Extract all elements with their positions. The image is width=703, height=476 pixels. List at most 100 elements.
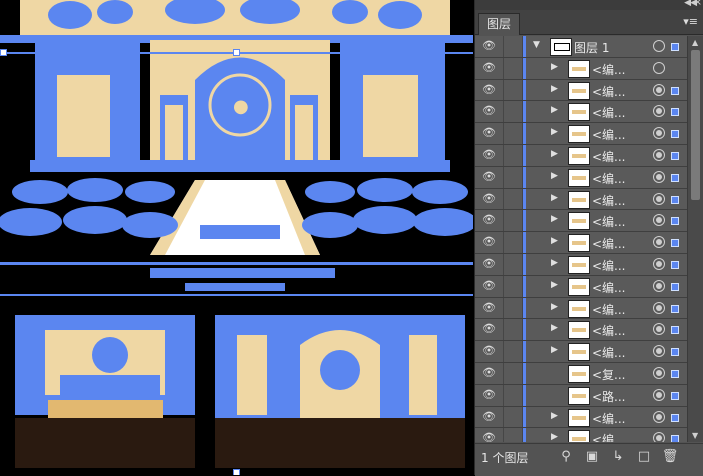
scroll-down-icon[interactable]: ▼ bbox=[692, 431, 698, 440]
visibility-eye-icon[interactable]: 👁 bbox=[481, 235, 497, 249]
layer-row[interactable]: 👁 ▶ <编... bbox=[475, 319, 687, 342]
layer-row-top[interactable]: 👁 ▼ 图层 1 bbox=[475, 36, 687, 58]
expand-triangle-icon[interactable]: ▶ bbox=[551, 214, 558, 224]
target-circle-icon[interactable] bbox=[653, 105, 665, 118]
layer-name[interactable]: <编... bbox=[592, 344, 626, 361]
visibility-eye-icon[interactable]: 👁 bbox=[481, 170, 497, 184]
lock-toggle[interactable] bbox=[503, 210, 523, 232]
selection-square-icon[interactable] bbox=[671, 130, 679, 139]
layer-name[interactable]: <编... bbox=[592, 192, 626, 209]
target-circle-icon[interactable] bbox=[653, 236, 665, 249]
locate-object-icon[interactable]: ⚲ bbox=[557, 448, 575, 466]
expand-triangle-icon[interactable]: ▶ bbox=[551, 302, 558, 312]
expand-triangle-icon[interactable]: ▶ bbox=[551, 411, 558, 421]
selection-square-icon[interactable] bbox=[671, 151, 679, 160]
expand-triangle-icon[interactable]: ▶ bbox=[551, 127, 558, 137]
visibility-eye-icon[interactable]: 👁 bbox=[481, 104, 497, 118]
layer-row[interactable]: 👁 ▶ <编... bbox=[475, 101, 687, 124]
lock-toggle[interactable] bbox=[503, 341, 523, 362]
selection-square-icon[interactable] bbox=[671, 326, 679, 335]
selection-square-icon[interactable] bbox=[671, 435, 679, 442]
target-circle-icon[interactable] bbox=[653, 301, 665, 314]
expand-triangle-icon[interactable]: ▶ bbox=[551, 149, 558, 159]
new-layer-icon[interactable]: □ bbox=[635, 448, 653, 466]
expand-triangle-icon[interactable]: ▶ bbox=[551, 84, 558, 94]
target-circle-icon[interactable] bbox=[653, 366, 665, 379]
visibility-eye-icon[interactable]: 👁 bbox=[481, 61, 497, 75]
lock-toggle[interactable] bbox=[503, 166, 523, 188]
selection-square-icon[interactable] bbox=[671, 413, 679, 422]
layer-name[interactable]: <编... bbox=[592, 170, 626, 187]
visibility-eye-icon[interactable]: 👁 bbox=[481, 279, 497, 293]
layer-row[interactable]: 👁 ▶ <编... bbox=[475, 275, 687, 298]
lock-toggle[interactable] bbox=[503, 384, 523, 406]
layer-name[interactable]: <编... bbox=[592, 410, 626, 427]
layer-name[interactable]: <编... bbox=[592, 301, 626, 318]
layer-row[interactable]: 👁 ▶ <编... bbox=[475, 341, 687, 363]
layer-row[interactable]: 👁 ▶ <编... bbox=[475, 79, 687, 102]
layer-row[interactable]: 👁 ▶ <编... bbox=[475, 188, 687, 211]
selection-handle-left[interactable] bbox=[0, 49, 7, 56]
target-circle-icon[interactable] bbox=[653, 279, 665, 292]
selection-square-icon[interactable] bbox=[671, 304, 679, 313]
visibility-eye-icon[interactable]: 👁 bbox=[481, 410, 497, 424]
selection-square-icon[interactable] bbox=[671, 43, 679, 51]
lock-toggle[interactable] bbox=[503, 188, 523, 210]
target-circle-icon[interactable] bbox=[653, 83, 665, 96]
target-circle-icon[interactable] bbox=[653, 61, 665, 74]
delete-icon[interactable]: 🗑 bbox=[661, 448, 679, 466]
lock-toggle[interactable] bbox=[503, 428, 523, 442]
visibility-eye-icon[interactable]: 👁 bbox=[481, 257, 497, 271]
lock-toggle[interactable] bbox=[503, 406, 523, 428]
lock-toggle[interactable] bbox=[503, 36, 523, 57]
expand-triangle-icon[interactable]: ▶ bbox=[551, 323, 558, 333]
target-circle-icon[interactable] bbox=[653, 127, 665, 140]
target-circle-icon[interactable] bbox=[653, 410, 665, 423]
lock-toggle[interactable] bbox=[503, 123, 523, 144]
visibility-eye-icon[interactable]: 👁 bbox=[481, 366, 497, 380]
selection-square-icon[interactable] bbox=[671, 391, 679, 400]
tab-layers[interactable]: 图层 bbox=[478, 13, 521, 35]
lock-toggle[interactable] bbox=[503, 319, 523, 341]
make-clipping-mask-icon[interactable]: ▣ bbox=[583, 448, 601, 466]
visibility-eye-icon[interactable]: 👁 bbox=[481, 431, 497, 442]
layer-name[interactable]: <路... bbox=[592, 388, 626, 405]
target-circle-icon[interactable] bbox=[653, 388, 665, 401]
new-sublayer-icon[interactable]: ↳ bbox=[609, 448, 627, 466]
panel-menu-icon[interactable]: ▾≡ bbox=[683, 15, 698, 28]
expand-triangle-icon[interactable]: ▶ bbox=[551, 193, 558, 203]
lock-toggle[interactable] bbox=[503, 144, 523, 166]
layer-name[interactable]: <编... bbox=[592, 431, 626, 442]
visibility-eye-icon[interactable]: 👁 bbox=[481, 213, 497, 227]
layer-name[interactable]: <编... bbox=[592, 213, 626, 230]
visibility-eye-icon[interactable]: 👁 bbox=[481, 192, 497, 206]
selection-square-icon[interactable] bbox=[671, 282, 679, 291]
expand-triangle-icon[interactable]: ▶ bbox=[551, 432, 558, 442]
lock-toggle[interactable] bbox=[503, 232, 523, 253]
layer-name[interactable]: <编... bbox=[592, 126, 626, 143]
lock-toggle[interactable] bbox=[503, 275, 523, 297]
layer-row[interactable]: 👁 ▶ <编... bbox=[475, 210, 687, 233]
layer-name[interactable]: <编... bbox=[592, 83, 626, 100]
scroll-thumb[interactable] bbox=[691, 50, 700, 200]
selection-square-icon[interactable] bbox=[671, 348, 679, 357]
layer-name[interactable]: <编... bbox=[592, 61, 626, 78]
expand-triangle-icon[interactable]: ▼ bbox=[533, 40, 540, 50]
layer-name[interactable]: <编... bbox=[592, 322, 626, 339]
layer-row[interactable]: 👁 ▶ <编... bbox=[475, 297, 687, 320]
visibility-eye-icon[interactable]: 👁 bbox=[481, 39, 497, 53]
selection-square-icon[interactable] bbox=[671, 195, 679, 204]
layer-row[interactable]: 👁 ▶ <编... bbox=[475, 57, 687, 80]
target-circle-icon[interactable] bbox=[653, 214, 665, 227]
target-circle-icon[interactable] bbox=[653, 345, 665, 358]
selection-square-icon[interactable] bbox=[671, 173, 679, 182]
expand-triangle-icon[interactable]: ▶ bbox=[551, 62, 558, 72]
artboard-canvas[interactable]: ● bbox=[0, 0, 473, 475]
layer-row[interactable]: 👁 ▶ <编... bbox=[475, 166, 687, 189]
lock-toggle[interactable] bbox=[503, 79, 523, 101]
expand-triangle-icon[interactable]: ▶ bbox=[551, 280, 558, 290]
lock-toggle[interactable] bbox=[503, 297, 523, 319]
layer-row[interactable]: 👁 ▶ <编... bbox=[475, 144, 687, 167]
expand-triangle-icon[interactable]: ▶ bbox=[551, 236, 558, 246]
selection-square-icon[interactable] bbox=[671, 108, 679, 117]
